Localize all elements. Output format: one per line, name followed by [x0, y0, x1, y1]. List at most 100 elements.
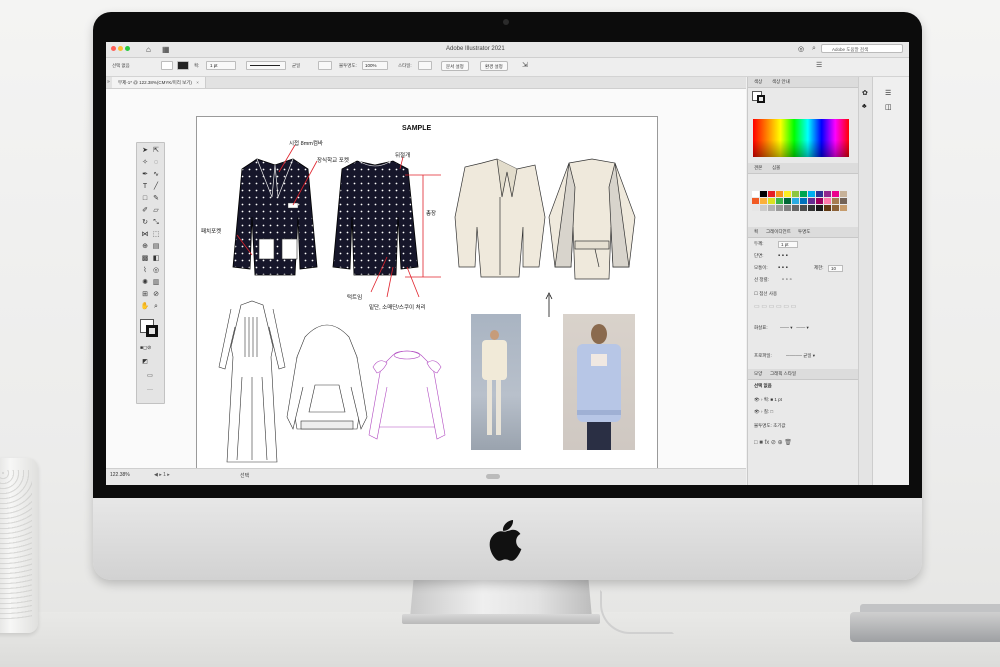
dash-fields[interactable]: ▭ ▭ ▭ ▭ ▭ ▭ — [754, 303, 796, 310]
blend-tool-icon[interactable]: ◎ — [151, 266, 161, 276]
properties-panel-icon[interactable]: ☰ — [885, 89, 891, 97]
brush-panel-icon[interactable]: ✿ — [862, 89, 868, 97]
arrowheads-dropdowns[interactable]: —— ▾ —— ▾ — [780, 325, 809, 331]
user-icon[interactable]: ◎ — [798, 45, 804, 53]
tab-swatches[interactable]: 견본 — [754, 165, 762, 171]
limit-input[interactable]: 10 — [828, 265, 844, 272]
limit-label: 제한: — [814, 265, 824, 270]
line-tool-icon[interactable]: ╱ — [151, 182, 161, 192]
preferences-button[interactable]: 환경 설정 — [480, 61, 508, 71]
cap-label: 단면: — [754, 253, 764, 258]
arrange-icon[interactable]: ⇲ — [522, 62, 528, 70]
width-tool-icon[interactable]: ⋈ — [140, 230, 150, 240]
jacket-front — [232, 158, 318, 276]
close-tab-icon[interactable]: × — [196, 80, 199, 85]
appearance-footer-icons[interactable]: □ ■ fx ⊘ ⊕ 🗑 — [754, 439, 792, 446]
panel-toggle-icon[interactable]: ☰ — [816, 62, 822, 70]
stroke-style-dropdown[interactable] — [246, 61, 286, 70]
shaper-tool-icon[interactable]: ✐ — [140, 206, 150, 216]
collapsed-panel-strip: ✿ ♣ — [858, 77, 873, 485]
cap-buttons[interactable]: ▪ ▪ ▪ — [778, 253, 788, 259]
document-setup-button[interactable]: 문서 설정 — [441, 61, 469, 71]
type-tool-icon[interactable]: T — [140, 182, 150, 192]
tab-gradient[interactable]: 그레이디언트 — [766, 229, 791, 235]
corner-buttons[interactable]: ▪ ▪ ▪ — [778, 265, 788, 271]
panels-dock: 색상 색상 안내 견본 심볼 획 그레이디언트 투명도 두께: 1 pt 단면:… — [747, 77, 858, 485]
rectangle-tool-icon[interactable]: □ — [140, 194, 150, 204]
home-icon[interactable]: ⌂ — [146, 45, 151, 54]
tabs-expand-icon[interactable]: » — [107, 79, 110, 85]
tab-color-guide[interactable]: 색상 안내 — [772, 79, 790, 85]
stroke-label: 획: — [194, 63, 200, 68]
zoom-tool-icon[interactable]: ⌕ — [151, 302, 161, 312]
eraser-tool-icon[interactable]: ▱ — [151, 206, 161, 216]
document-tab[interactable]: 무제-1* @ 122.38%(CMYK/미리 보기) × — [112, 77, 206, 88]
profile-value: 균일 — [803, 353, 812, 358]
rotate-tool-icon[interactable]: ↻ — [140, 218, 150, 228]
curvature-tool-icon[interactable]: ∿ — [151, 170, 161, 180]
gradient-tool-icon[interactable]: ◧ — [151, 254, 161, 264]
pen-tool-icon[interactable]: ✒ — [140, 170, 150, 180]
appearance-stroke-value: 1 pt — [774, 397, 782, 402]
symbols-panel-icon[interactable]: ♣ — [862, 103, 867, 110]
scale-tool-icon[interactable]: ⤡ — [151, 218, 161, 228]
stroke-weight-label: 두께: — [754, 241, 764, 246]
help-search-input[interactable]: Adobe 도움말 검색 — [821, 44, 903, 53]
profile-dropdown[interactable]: ───── 균일 ▾ — [786, 353, 815, 359]
stroke-weight-field[interactable]: 1 pt — [206, 61, 236, 70]
tab-symbols[interactable]: 심볼 — [772, 165, 780, 171]
fill-swatch[interactable] — [161, 61, 173, 70]
zoom-level[interactable]: 122.38% — [110, 472, 130, 478]
stroke-profile[interactable]: 균일 — [292, 62, 300, 70]
tab-stroke[interactable]: 획 — [754, 229, 758, 235]
artboard-navigator[interactable]: ◀ ▸ 1 ▸ — [154, 472, 170, 478]
artboard-tool-icon[interactable]: ⊞ — [140, 290, 150, 300]
shape-builder-icon[interactable]: ⊕ — [140, 242, 150, 252]
hand-tool-icon[interactable]: ✋ — [140, 302, 150, 312]
magic-wand-icon[interactable]: ✧ — [140, 158, 150, 168]
up-arrow — [545, 292, 553, 317]
brush-definition[interactable] — [318, 61, 332, 70]
slice-tool-icon[interactable]: ⊘ — [151, 290, 161, 300]
appearance-fill-row[interactable]: 👁 › 칠: □ — [754, 409, 773, 415]
horizontal-scrollbar[interactable] — [486, 474, 500, 479]
speaker-grill — [0, 470, 32, 620]
edit-toolbar-icon[interactable]: ··· — [145, 385, 155, 395]
selection-tool-icon[interactable]: ➤ — [140, 146, 150, 156]
workspace-switcher-icon[interactable]: ▦ — [162, 45, 170, 54]
stroke-color-box[interactable] — [146, 325, 158, 337]
tab-color[interactable]: 색상 — [754, 79, 762, 85]
free-transform-icon[interactable]: ⬚ — [151, 230, 161, 240]
tab-appearance[interactable]: 모양 — [754, 371, 762, 377]
color-spectrum[interactable] — [753, 119, 849, 157]
symbol-sprayer-icon[interactable]: ✺ — [140, 278, 150, 288]
eyedropper-icon[interactable]: ⌇ — [140, 266, 150, 276]
paintbrush-tool-icon[interactable]: ✎ — [151, 194, 161, 204]
camera — [503, 19, 509, 25]
dashed-line-checkbox[interactable]: ☐ 점선 사용 — [754, 291, 777, 297]
appearance-opacity-row[interactable]: 불투명도: 초기값 — [754, 423, 786, 429]
style-picker[interactable] — [418, 61, 432, 70]
screen-mode-icon[interactable]: ▭ — [145, 371, 155, 381]
opacity-field[interactable]: 100% — [362, 61, 388, 70]
draw-mode-icon[interactable]: ◩ — [140, 357, 150, 367]
window-controls[interactable] — [111, 46, 130, 53]
stroke-swatch[interactable] — [177, 61, 189, 70]
swatches-grid[interactable] — [752, 191, 847, 217]
graph-tool-icon[interactable]: ▥ — [151, 278, 161, 288]
appearance-stroke-row[interactable]: 👁 › 획: ■ 1 pt — [754, 397, 782, 403]
tab-transparency[interactable]: 투명도 — [798, 229, 810, 235]
direct-selection-tool-icon[interactable]: ⇱ — [151, 146, 161, 156]
imac-monitor: ⌂ ▦ Adobe Illustrator 2021 ◎ ⌕ Adobe 도움말… — [93, 12, 922, 580]
align-stroke-buttons[interactable]: ▫ ▫ ▫ — [782, 277, 792, 283]
mesh-tool-icon[interactable]: ▩ — [140, 254, 150, 264]
artboard[interactable]: SAMPLE 시접 8mm컴바 장식학교 포켓 뒤절개 패치포켓 총장 턱트임 … — [196, 116, 658, 471]
properties-strip: ☰ ◫ — [872, 77, 909, 485]
perspective-grid-icon[interactable]: ▤ — [151, 242, 161, 252]
panel-stroke-box[interactable] — [757, 95, 765, 103]
lasso-tool-icon[interactable]: ◌ — [151, 158, 161, 168]
color-mode-icon[interactable]: ■◻⊘ — [140, 343, 151, 353]
tab-graphic-styles[interactable]: 그래픽 스타일 — [770, 371, 796, 377]
stroke-weight-input[interactable]: 1 pt — [778, 241, 798, 248]
layers-panel-icon[interactable]: ◫ — [885, 103, 892, 111]
